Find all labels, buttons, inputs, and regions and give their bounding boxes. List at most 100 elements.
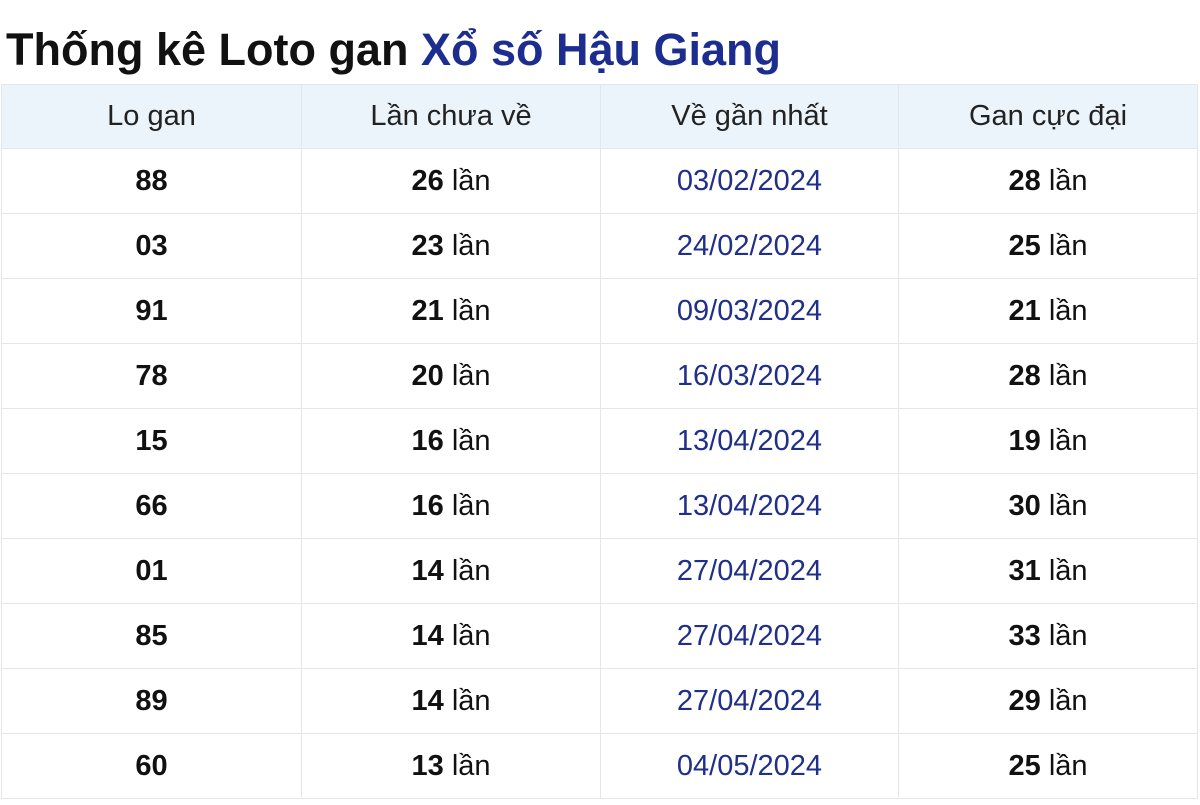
cell-lo-gan: 89 (1, 668, 302, 734)
lo-number: 78 (135, 359, 168, 392)
unit-label: lần (1048, 749, 1088, 782)
cell-lo-gan: 66 (1, 473, 302, 539)
cell-gan-cuc-dai: 28 lần (898, 148, 1198, 214)
lo-number: 85 (135, 619, 168, 652)
last-date: 27/04/2024 (676, 554, 823, 587)
unit-label: lần (1048, 684, 1088, 717)
cell-lan-chua-ve: 13 lần (301, 733, 601, 799)
table-row: 15 16 lần 13/04/2024 19 lần (1, 408, 1198, 474)
table-body: 88 26 lần 03/02/2024 28 lần 03 23 lần 24/02/20… (1, 148, 1198, 799)
cell-ve-gan-nhat: 27/04/2024 (600, 538, 899, 604)
cell-ve-gan-nhat: 09/03/2024 (600, 278, 899, 344)
missed-count: 21 (411, 294, 444, 327)
cell-lan-chua-ve: 20 lần (301, 343, 601, 409)
unit-label: lần (451, 229, 491, 262)
header-row: Lo gan Lần chưa về Về gần nhất Gan cực đ… (1, 84, 1198, 149)
table-row: 78 20 lần 16/03/2024 28 lần (1, 343, 1198, 409)
cell-ve-gan-nhat: 27/04/2024 (600, 668, 899, 734)
lo-number: 15 (135, 424, 168, 457)
last-date: 16/03/2024 (676, 359, 823, 392)
cell-lan-chua-ve: 14 lần (301, 603, 601, 669)
unit-label: lần (451, 619, 491, 652)
max-count: 19 (1008, 424, 1041, 457)
cell-lo-gan: 78 (1, 343, 302, 409)
cell-gan-cuc-dai: 30 lần (898, 473, 1198, 539)
cell-gan-cuc-dai: 25 lần (898, 733, 1198, 799)
last-date: 13/04/2024 (676, 489, 823, 522)
cell-gan-cuc-dai: 33 lần (898, 603, 1198, 669)
max-count: 21 (1008, 294, 1041, 327)
cell-ve-gan-nhat: 13/04/2024 (600, 408, 899, 474)
table-row: 85 14 lần 27/04/2024 33 lần (1, 603, 1198, 669)
cell-lo-gan: 91 (1, 278, 302, 344)
cell-lo-gan: 15 (1, 408, 302, 474)
cell-gan-cuc-dai: 19 lần (898, 408, 1198, 474)
max-count: 29 (1008, 684, 1041, 717)
unit-label: lần (451, 554, 491, 587)
cell-lan-chua-ve: 21 lần (301, 278, 601, 344)
unit-label: lần (1048, 489, 1088, 522)
missed-count: 13 (411, 749, 444, 782)
missed-count: 26 (411, 164, 444, 197)
missed-count: 16 (411, 489, 444, 522)
missed-count: 16 (411, 424, 444, 457)
max-count: 25 (1008, 229, 1041, 262)
max-count: 30 (1008, 489, 1041, 522)
max-count: 33 (1008, 619, 1041, 652)
unit-label: lần (1048, 424, 1088, 457)
header-ve-gan-nhat: Về gần nhất (600, 84, 899, 149)
missed-count: 14 (411, 554, 444, 587)
last-date: 24/02/2024 (676, 229, 823, 262)
cell-lan-chua-ve: 14 lần (301, 668, 601, 734)
max-count: 25 (1008, 749, 1041, 782)
table-row: 66 16 lần 13/04/2024 30 lần (1, 473, 1198, 539)
table-row: 01 14 lần 27/04/2024 31 lần (1, 538, 1198, 604)
loto-gan-table: Lo gan Lần chưa về Về gần nhất Gan cực đ… (1, 84, 1198, 799)
header-lo-gan: Lo gan (1, 84, 302, 149)
missed-count: 20 (411, 359, 444, 392)
missed-count: 23 (411, 229, 444, 262)
lo-number: 88 (135, 164, 168, 197)
lo-number: 03 (135, 229, 168, 262)
cell-lan-chua-ve: 16 lần (301, 408, 601, 474)
unit-label: lần (451, 424, 491, 457)
unit-label: lần (1048, 554, 1088, 587)
header-lan-chua-ve: Lần chưa về (301, 84, 601, 149)
missed-count: 14 (411, 684, 444, 717)
unit-label: lần (451, 294, 491, 327)
table-row: 03 23 lần 24/02/2024 25 lần (1, 213, 1198, 279)
lo-number: 01 (135, 554, 168, 587)
unit-label: lần (451, 749, 491, 782)
cell-gan-cuc-dai: 31 lần (898, 538, 1198, 604)
last-date: 04/05/2024 (676, 749, 823, 782)
lo-number: 91 (135, 294, 168, 327)
last-date: 13/04/2024 (676, 424, 823, 457)
header-gan-cuc-dai: Gan cực đại (898, 84, 1198, 149)
cell-lan-chua-ve: 14 lần (301, 538, 601, 604)
lo-number: 89 (135, 684, 168, 717)
unit-label: lần (1048, 229, 1088, 262)
last-date: 27/04/2024 (676, 684, 823, 717)
table-header: Lo gan Lần chưa về Về gần nhất Gan cực đ… (1, 84, 1198, 149)
cell-lan-chua-ve: 26 lần (301, 148, 601, 214)
cell-ve-gan-nhat: 16/03/2024 (600, 343, 899, 409)
unit-label: lần (1048, 359, 1088, 392)
unit-label: lần (451, 489, 491, 522)
cell-gan-cuc-dai: 28 lần (898, 343, 1198, 409)
title-prefix: Thống kê Loto gan (6, 24, 409, 75)
cell-lo-gan: 85 (1, 603, 302, 669)
table-row: 91 21 lần 09/03/2024 21 lần (1, 278, 1198, 344)
unit-label: lần (451, 359, 491, 392)
max-count: 28 (1008, 164, 1041, 197)
cell-lo-gan: 88 (1, 148, 302, 214)
table-row: 88 26 lần 03/02/2024 28 lần (1, 148, 1198, 214)
title-accent: Xổ số Hậu Giang (420, 24, 782, 75)
table-row: 60 13 lần 04/05/2024 25 lần (1, 733, 1198, 799)
page-title: Thống kê Loto gan Xổ số Hậu Giang (6, 22, 781, 78)
unit-label: lần (1048, 164, 1088, 197)
max-count: 31 (1008, 554, 1041, 587)
cell-ve-gan-nhat: 04/05/2024 (600, 733, 899, 799)
unit-label: lần (451, 684, 491, 717)
last-date: 03/02/2024 (676, 164, 823, 197)
missed-count: 14 (411, 619, 444, 652)
